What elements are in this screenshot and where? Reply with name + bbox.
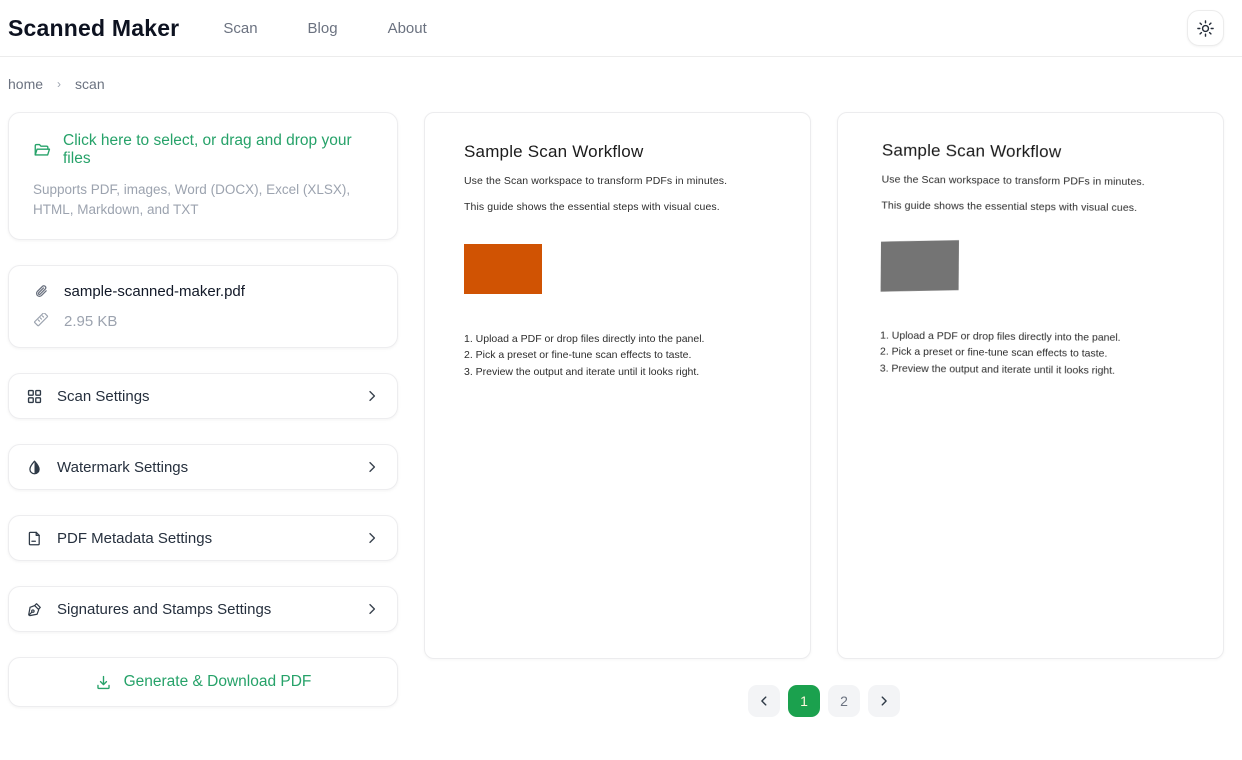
page-image-placeholder xyxy=(881,240,959,291)
grid-icon xyxy=(26,388,43,405)
controls-sidebar: Click here to select, or drag and drop y… xyxy=(8,112,398,707)
ruler-icon xyxy=(33,313,50,330)
page-title: Sample Scan Workflow xyxy=(464,142,810,162)
sun-icon xyxy=(1196,19,1215,38)
preview-area: Sample Scan Workflow Use the Scan worksp… xyxy=(424,112,1224,717)
page-title: Sample Scan Workflow xyxy=(882,141,1224,164)
page-step: 3. Preview the output and iterate until … xyxy=(464,364,810,380)
page-step: 1. Upload a PDF or drop files directly i… xyxy=(464,331,810,347)
section-watermark-settings[interactable]: Watermark Settings xyxy=(8,444,398,490)
dropzone-cta-label: Click here to select, or drag and drop y… xyxy=(63,132,373,168)
pagination-page-2[interactable]: 2 xyxy=(828,685,860,717)
page-paragraph: Use the Scan workspace to transform PDFs… xyxy=(882,174,1224,189)
download-icon xyxy=(95,674,112,691)
page-step: 2. Pick a preset or fine-tune scan effec… xyxy=(464,347,810,363)
page-paragraph: This guide shows the essential steps wit… xyxy=(881,200,1223,215)
section-label: Watermark Settings xyxy=(57,459,350,476)
section-label: PDF Metadata Settings xyxy=(57,530,350,547)
droplet-icon xyxy=(26,459,43,476)
uploaded-file-card: sample-scanned-maker.pdf 2.95 KB xyxy=(8,265,398,348)
folder-open-icon xyxy=(33,141,51,159)
generate-download-button[interactable]: Generate & Download PDF xyxy=(8,657,398,707)
pen-icon xyxy=(26,601,43,618)
section-scan-settings[interactable]: Scan Settings xyxy=(8,373,398,419)
section-label: Scan Settings xyxy=(57,388,350,405)
page-step-list: 1. Upload a PDF or drop files directly i… xyxy=(880,328,1222,380)
nav-item-about[interactable]: About xyxy=(388,20,427,37)
dropzone-hint: Supports PDF, images, Word (DOCX), Excel… xyxy=(33,180,373,219)
page-image-placeholder xyxy=(464,244,542,294)
chevron-right-icon xyxy=(364,459,380,475)
main-content: Click here to select, or drag and drop y… xyxy=(0,110,1242,717)
chevron-right-icon xyxy=(877,694,891,708)
paperclip-icon xyxy=(33,283,50,300)
preview-page-original[interactable]: Sample Scan Workflow Use the Scan worksp… xyxy=(424,112,811,659)
page-paragraph: Use the Scan workspace to transform PDFs… xyxy=(464,175,810,187)
chevron-right-icon xyxy=(364,388,380,404)
nav-item-blog[interactable]: Blog xyxy=(308,20,338,37)
app-header: Scanned Maker Scan Blog About xyxy=(0,0,1242,57)
breadcrumb-scan[interactable]: scan xyxy=(75,76,105,92)
preview-page-scanned[interactable]: Sample Scan Workflow Use the Scan worksp… xyxy=(837,112,1224,659)
document-icon xyxy=(26,530,43,547)
page-step-list: 1. Upload a PDF or drop files directly i… xyxy=(464,331,810,380)
brand-logo[interactable]: Scanned Maker xyxy=(8,15,179,42)
page-step: 3. Preview the output and iterate until … xyxy=(880,360,1222,380)
chevron-left-icon xyxy=(757,694,771,708)
chevron-right-icon xyxy=(364,601,380,617)
generate-button-label: Generate & Download PDF xyxy=(124,673,312,691)
pagination-page-1[interactable]: 1 xyxy=(788,685,820,717)
file-size: 2.95 KB xyxy=(64,313,117,330)
section-pdf-metadata-settings[interactable]: PDF Metadata Settings xyxy=(8,515,398,561)
main-nav: Scan Blog About xyxy=(223,20,426,37)
theme-toggle-button[interactable] xyxy=(1187,10,1224,46)
pagination-next-button[interactable] xyxy=(868,685,900,717)
section-signatures-stamps-settings[interactable]: Signatures and Stamps Settings xyxy=(8,586,398,632)
pagination: 1 2 xyxy=(424,685,1224,717)
page-paragraph: This guide shows the essential steps wit… xyxy=(464,201,810,213)
file-name: sample-scanned-maker.pdf xyxy=(64,283,245,300)
chevron-right-icon xyxy=(364,530,380,546)
breadcrumb-home[interactable]: home xyxy=(8,76,43,92)
section-label: Signatures and Stamps Settings xyxy=(57,601,350,618)
breadcrumb-separator-icon: › xyxy=(57,77,61,91)
breadcrumb: home › scan xyxy=(0,57,1242,110)
nav-item-scan[interactable]: Scan xyxy=(223,20,257,37)
file-dropzone[interactable]: Click here to select, or drag and drop y… xyxy=(8,112,398,240)
pagination-prev-button[interactable] xyxy=(748,685,780,717)
